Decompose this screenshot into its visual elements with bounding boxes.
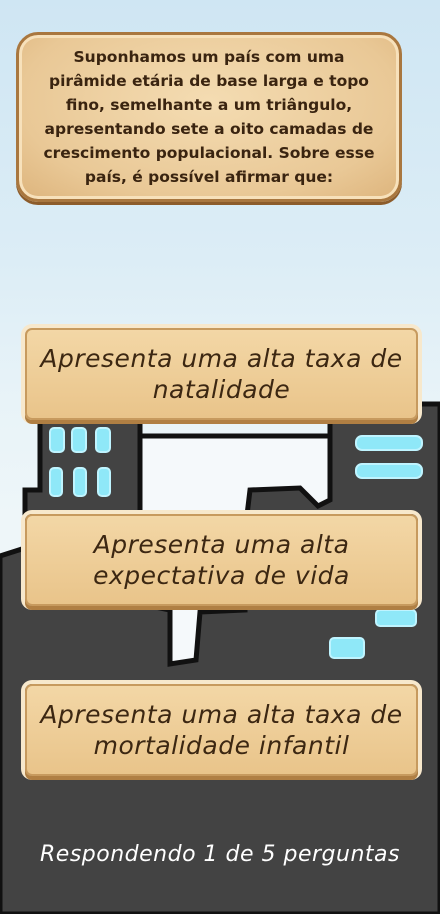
- answer-option-2-label: Apresenta uma alta expectativa de vida: [93, 530, 350, 590]
- progress-text: Respondendo 1 de 5 perguntas: [40, 842, 400, 867]
- answer-option-1-label: Apresenta uma alta taxa de natalidade: [40, 344, 403, 404]
- answer-option-2[interactable]: Apresenta uma alta expectativa de vida: [25, 514, 418, 606]
- answer-option-1[interactable]: Apresenta uma alta taxa de natalidade: [25, 328, 418, 420]
- question-board: Suponhamos um país com uma pirâmide etár…: [16, 32, 402, 202]
- question-text: Suponhamos um país com uma pirâmide etár…: [43, 48, 375, 186]
- answer-option-3-label: Apresenta uma alta taxa de mortalidade i…: [40, 700, 403, 760]
- answer-option-3[interactable]: Apresenta uma alta taxa de mortalidade i…: [25, 684, 418, 776]
